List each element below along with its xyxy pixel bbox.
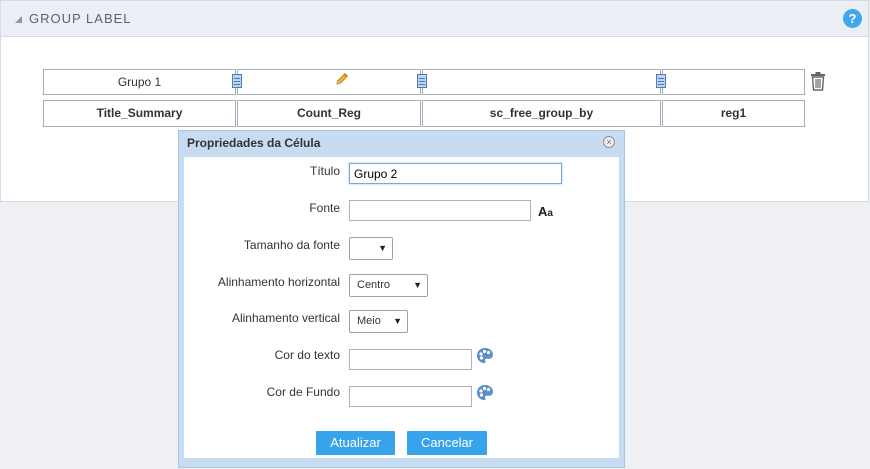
close-icon[interactable]: ×: [603, 136, 615, 148]
group-cell-2[interactable]: [237, 69, 421, 95]
update-button[interactable]: Atualizar: [316, 431, 395, 455]
cell-properties-dialog: Propriedades da Célula × Título Fonte Aa…: [178, 130, 625, 468]
titulo-input[interactable]: [349, 163, 562, 184]
pencil-icon[interactable]: [334, 71, 350, 87]
cor-texto-label: Cor do texto: [274, 348, 340, 362]
cancel-button[interactable]: Cancelar: [407, 431, 487, 455]
field-cell-reg1[interactable]: reg1: [662, 100, 805, 127]
color-palette-icon[interactable]: [476, 384, 494, 402]
alinh-h-label: Alinhamento horizontal: [217, 275, 340, 289]
group-cell-4[interactable]: [662, 69, 805, 95]
group-cell-3[interactable]: [422, 69, 661, 95]
field-cell-title-summary[interactable]: Title_Summary: [43, 100, 236, 127]
column-handle-icon[interactable]: [656, 74, 666, 88]
chevron-down-icon: ▼: [393, 316, 402, 326]
help-icon[interactable]: ?: [843, 9, 862, 28]
panel-header[interactable]: GROUP LABEL ?: [1, 1, 868, 37]
chevron-down-icon: ▼: [413, 280, 422, 290]
fonte-input[interactable]: [349, 200, 531, 221]
collapse-triangle-icon[interactable]: [15, 16, 22, 23]
text-color-input[interactable]: [349, 349, 472, 370]
font-size-select[interactable]: ▼: [349, 237, 393, 260]
background-color-input[interactable]: [349, 386, 472, 407]
chevron-down-icon: ▼: [378, 243, 387, 253]
titulo-label: Título: [309, 164, 340, 178]
fonte-label: Fonte: [309, 201, 340, 215]
horizontal-align-select[interactable]: Centro ▼: [349, 274, 428, 297]
trash-icon[interactable]: [809, 71, 827, 91]
tamanho-label: Tamanho da fonte: [243, 238, 340, 252]
alinh-v-label: Alinhamento vertical: [231, 311, 340, 325]
dialog-body: Título Fonte Aa Tamanho da fonte ▼ Alinh…: [184, 157, 619, 458]
cor-fundo-label: Cor de Fundo: [266, 385, 340, 399]
color-palette-icon[interactable]: [476, 347, 494, 365]
dialog-title: Propriedades da Célula: [187, 136, 321, 150]
column-handle-icon[interactable]: [232, 74, 242, 88]
column-handle-icon[interactable]: [417, 74, 427, 88]
field-cell-count-reg[interactable]: Count_Reg: [237, 100, 421, 127]
font-picker-icon[interactable]: Aa: [538, 204, 553, 219]
vertical-align-select[interactable]: Meio ▼: [349, 310, 408, 333]
group-cell-1[interactable]: Grupo 1: [43, 69, 236, 95]
panel-title: GROUP LABEL: [29, 11, 132, 26]
field-cell-group-by[interactable]: sc_free_group_by: [422, 100, 661, 127]
